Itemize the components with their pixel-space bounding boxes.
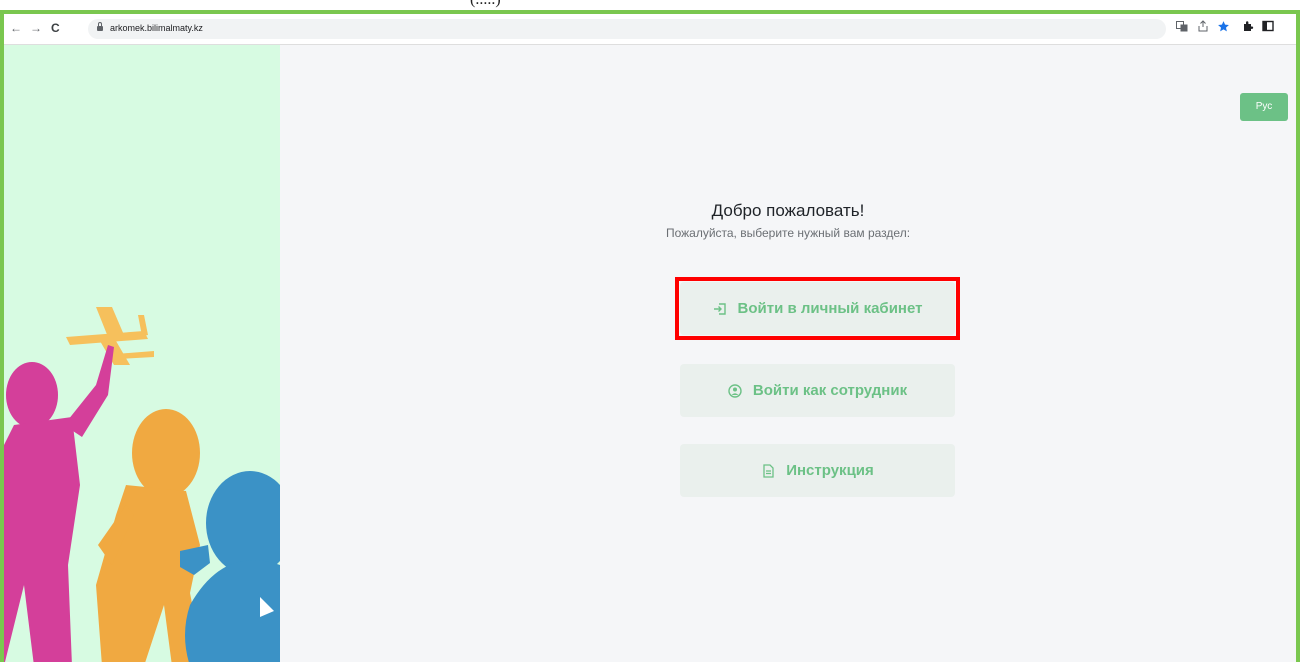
extensions-icon[interactable] (1242, 20, 1254, 36)
url-text[interactable]: arkomek.bilimalmaty.kz (110, 23, 203, 33)
reload-button[interactable]: C (51, 21, 60, 35)
welcome-subtitle: Пожалуйста, выберите нужный вам раздел: (665, 226, 911, 240)
children-illustration (4, 307, 280, 662)
instruction-button[interactable]: Инструкция (680, 444, 955, 497)
screenshot-frame: ← → C arkomek.bilimalmaty.kz Рус Добро п… (0, 10, 1300, 662)
share-icon[interactable] (1197, 20, 1209, 36)
forward-button[interactable]: → (30, 21, 42, 35)
language-button[interactable]: Рус (1240, 93, 1288, 121)
employee-login-button[interactable]: Войти как сотрудник (680, 364, 955, 417)
browser-toolbar: ← → C arkomek.bilimalmaty.kz (4, 14, 1296, 45)
employee-login-label: Войти как сотрудник (752, 382, 908, 399)
lock-icon[interactable] (97, 22, 103, 32)
instruction-label: Инструкция (786, 462, 874, 479)
welcome-title: Добро пожаловать! (711, 201, 865, 220)
document-fragment: (.....) (0, 0, 1300, 10)
highlight-annotation-box (675, 277, 960, 340)
illustration-panel (4, 45, 280, 662)
sidepanel-icon[interactable] (1262, 20, 1274, 36)
back-button[interactable]: ← (10, 21, 22, 35)
user-circle-icon (728, 383, 742, 398)
bookmark-star-icon[interactable] (1217, 20, 1230, 37)
document-fragment-text: (.....) (470, 0, 501, 9)
translate-icon[interactable] (1176, 20, 1188, 36)
main-content: Рус Добро пожаловать! Пожалуйста, выбери… (280, 45, 1296, 662)
document-icon (761, 463, 775, 478)
address-bar[interactable]: arkomek.bilimalmaty.kz (88, 19, 1166, 39)
